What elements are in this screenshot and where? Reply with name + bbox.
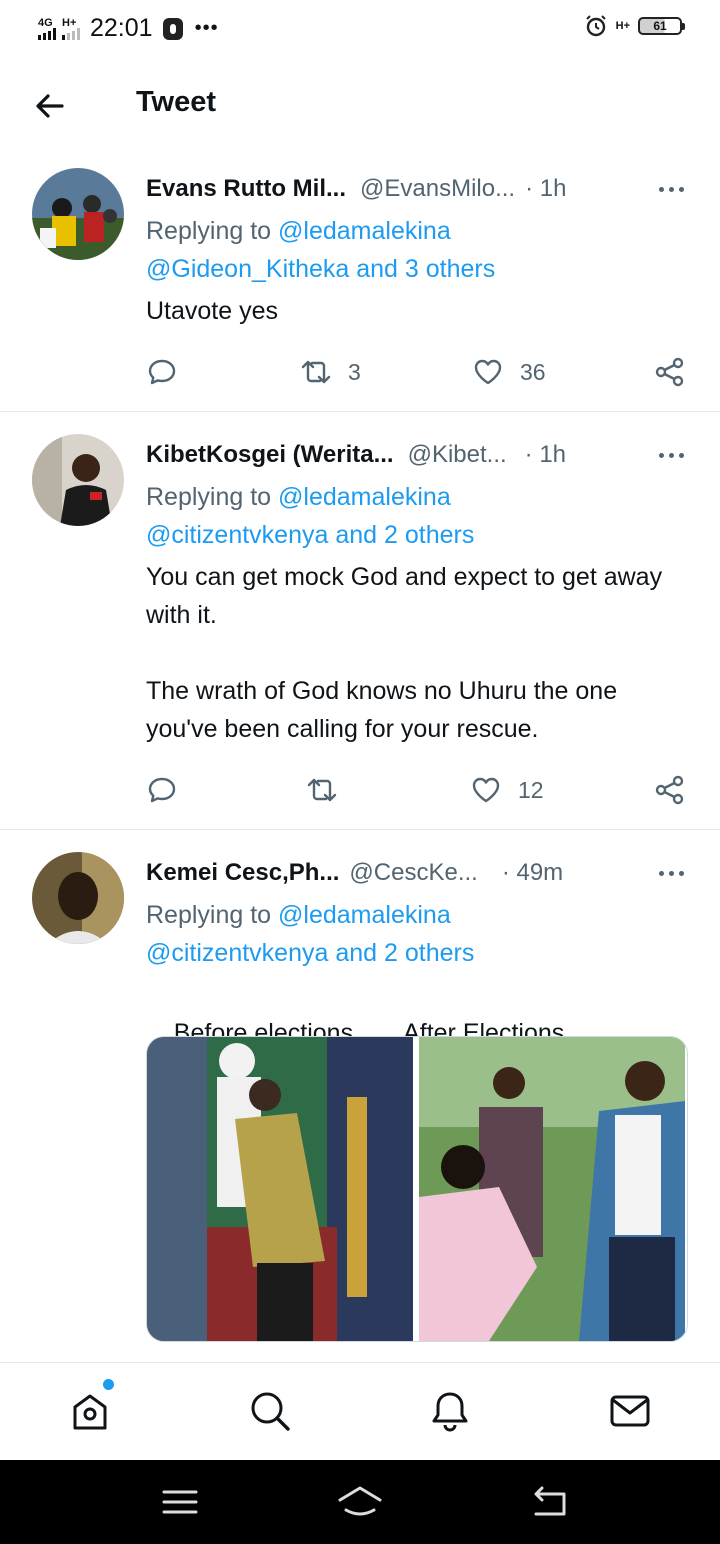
back-icon[interactable] bbox=[530, 1482, 570, 1522]
mention-link[interactable]: @ledamalekina bbox=[278, 901, 451, 929]
tab-search[interactable] bbox=[244, 1385, 296, 1437]
notification-dot bbox=[103, 1379, 114, 1390]
reply-button[interactable] bbox=[146, 770, 178, 810]
more-notifications-icon: ••• bbox=[194, 17, 219, 39]
page-title: Tweet bbox=[136, 86, 217, 118]
replying-prefix: Replying to bbox=[146, 483, 279, 511]
avatar[interactable] bbox=[32, 168, 124, 260]
system-navigation-bar bbox=[0, 1460, 720, 1544]
network-badge: H+ bbox=[615, 20, 630, 32]
tweet-actions: 12 bbox=[146, 770, 690, 810]
tweet-text: Utavote yes bbox=[146, 297, 279, 325]
microphone-icon bbox=[162, 17, 183, 40]
heart-icon bbox=[472, 777, 500, 803]
menu-icon[interactable] bbox=[160, 1482, 200, 1522]
like-button[interactable]: 12 bbox=[470, 770, 544, 810]
like-button[interactable]: 36 bbox=[472, 352, 546, 392]
page-header: Tweet bbox=[0, 56, 720, 156]
home-icon[interactable] bbox=[336, 1482, 384, 1522]
battery-level: 61 bbox=[653, 19, 667, 33]
mention-others-link[interactable]: @citizentvkenya and 2 others bbox=[146, 934, 474, 972]
author-handle[interactable]: @CescKe... bbox=[349, 859, 477, 887]
replying-to: Replying to @ledamalekina @citizentvkeny… bbox=[146, 478, 474, 554]
tweet-header: Evans Rutto Mil... @EvansMilo... · 1h bbox=[146, 172, 690, 206]
tweet-header: Kemei Cesc,Ph... @CescKe... · 49m bbox=[146, 856, 690, 890]
bottom-tab-bar bbox=[0, 1362, 720, 1461]
like-count: 36 bbox=[520, 358, 546, 385]
share-icon bbox=[655, 357, 684, 387]
signal-bars-2-icon bbox=[62, 27, 80, 40]
status-bar: 4G H+ 22:01 ••• H+ 61 bbox=[0, 0, 720, 56]
mention-link[interactable]: @ledamalekina bbox=[278, 217, 451, 245]
replying-prefix: Replying to bbox=[146, 217, 279, 245]
replying-to: Replying to @ledamalekina @Gideon_Kithek… bbox=[146, 212, 495, 288]
media-photo-right[interactable] bbox=[419, 1037, 687, 1341]
author-handle[interactable]: @Kibet... bbox=[408, 441, 507, 469]
status-left: 4G H+ 22:01 ••• bbox=[38, 14, 219, 43]
author-handle[interactable]: @EvansMilo... bbox=[360, 175, 515, 203]
tweet-item[interactable]: Evans Rutto Mil... @EvansMilo... · 1h Re… bbox=[0, 156, 720, 412]
author-name[interactable]: Kemei Cesc,Ph... bbox=[146, 859, 339, 887]
tweet-item[interactable]: Kemei Cesc,Ph... @CescKe... · 49m Replyi… bbox=[0, 830, 720, 1362]
author-name[interactable]: KibetKosgei (Werita... bbox=[146, 441, 394, 469]
tweet-actions: 3 36 bbox=[146, 352, 690, 392]
notifications-icon bbox=[432, 1392, 468, 1432]
avatar[interactable] bbox=[32, 434, 124, 526]
like-count: 12 bbox=[518, 776, 544, 803]
share-icon bbox=[655, 775, 684, 805]
retweet-count: 3 bbox=[348, 358, 361, 385]
tweet-time: · 49m bbox=[501, 859, 564, 886]
avatar[interactable] bbox=[32, 852, 124, 944]
tweet-text: You can get mock God and expect to get a… bbox=[146, 563, 663, 743]
tweet-item[interactable]: KibetKosgei (Werita... @Kibet... · 1h Re… bbox=[0, 412, 720, 830]
network-indicator: 4G bbox=[38, 16, 56, 40]
reply-button[interactable] bbox=[146, 352, 178, 392]
retweet-button[interactable] bbox=[306, 770, 354, 810]
tab-home[interactable] bbox=[64, 1379, 116, 1437]
more-options-icon[interactable] bbox=[659, 452, 690, 458]
network-type: 4G bbox=[38, 16, 53, 29]
tweet-header: KibetKosgei (Werita... @Kibet... · 1h bbox=[146, 438, 690, 472]
media-photo-left[interactable] bbox=[147, 1037, 415, 1341]
retweet-icon bbox=[301, 360, 331, 384]
retweet-icon bbox=[307, 778, 337, 802]
more-options-icon[interactable] bbox=[659, 870, 690, 876]
back-arrow-icon[interactable] bbox=[32, 88, 68, 124]
network-type-2: H+ bbox=[62, 16, 77, 29]
tweet-time: · 1h bbox=[525, 175, 567, 202]
author-name[interactable]: Evans Rutto Mil... bbox=[146, 175, 346, 203]
mention-others-link[interactable]: @Gideon_Kitheka and 3 others bbox=[146, 250, 495, 288]
network-indicator-2: H+ bbox=[62, 16, 80, 40]
tab-notifications[interactable] bbox=[424, 1385, 476, 1437]
alarm-icon bbox=[585, 15, 606, 37]
messages-icon bbox=[610, 1395, 650, 1427]
home-icon bbox=[73, 1394, 107, 1430]
search-icon bbox=[251, 1392, 290, 1431]
tab-messages[interactable] bbox=[604, 1385, 656, 1437]
replying-prefix: Replying to bbox=[146, 901, 279, 929]
share-button[interactable] bbox=[654, 770, 686, 810]
reply-icon bbox=[148, 359, 176, 385]
replying-to: Replying to @ledamalekina @citizentvkeny… bbox=[146, 896, 474, 972]
mention-others-link[interactable]: @citizentvkenya and 2 others bbox=[146, 516, 474, 554]
clock: 22:01 bbox=[90, 14, 153, 42]
battery-icon: 61 bbox=[638, 17, 685, 35]
heart-icon bbox=[474, 359, 502, 385]
mention-link[interactable]: @ledamalekina bbox=[278, 483, 451, 511]
tweet-time: · 1h bbox=[524, 441, 567, 468]
signal-bars-icon bbox=[38, 27, 56, 40]
status-right: H+ 61 bbox=[584, 14, 685, 38]
tweet-media[interactable] bbox=[146, 1036, 688, 1342]
more-options-icon[interactable] bbox=[659, 186, 690, 192]
share-button[interactable] bbox=[654, 352, 686, 392]
reply-icon bbox=[148, 777, 176, 803]
retweet-button[interactable]: 3 bbox=[300, 352, 361, 392]
